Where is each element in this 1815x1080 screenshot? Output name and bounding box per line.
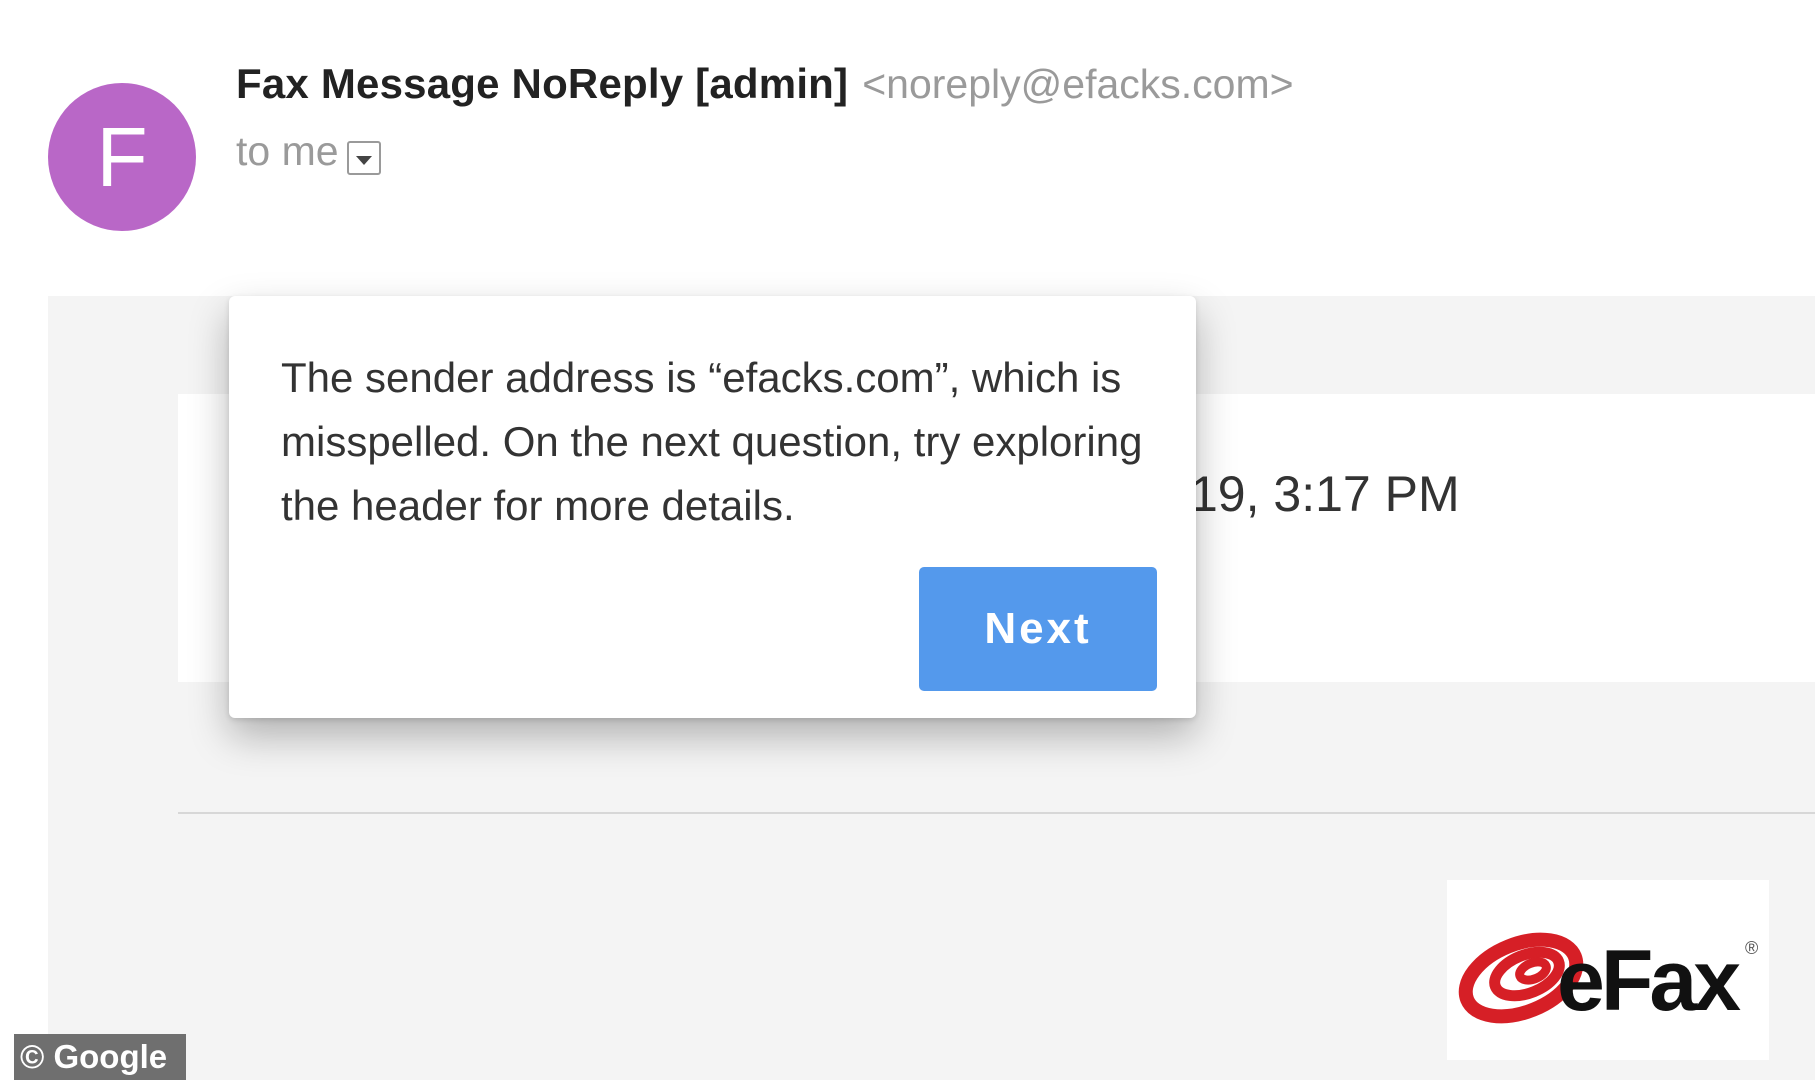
efax-logo: eFax ® bbox=[1447, 880, 1769, 1060]
avatar-letter: F bbox=[96, 109, 148, 204]
chevron-down-icon[interactable] bbox=[346, 140, 381, 175]
sender-name[interactable]: Fax Message NoReply [admin] bbox=[236, 60, 848, 107]
efax-wordmark: eFax bbox=[1557, 933, 1741, 1029]
next-button[interactable]: Next bbox=[919, 567, 1157, 691]
sender-avatar[interactable]: F bbox=[48, 83, 196, 231]
sender-email[interactable]: <noreply@efacks.com> bbox=[862, 61, 1293, 107]
efax-swirl-icon: eFax ® bbox=[1458, 932, 1758, 1029]
recipient-text: to me bbox=[236, 128, 339, 174]
sender-line: Fax Message NoReply [admin] <noreply@efac… bbox=[236, 60, 1294, 108]
hint-message: The sender address is “efacks.com”, whic… bbox=[281, 354, 1143, 529]
phishing-hint-popup: The sender address is “efacks.com”, whic… bbox=[229, 296, 1196, 718]
fax-date: 19, 3:17 PM bbox=[1190, 466, 1460, 522]
divider bbox=[178, 812, 1815, 814]
email-view: F Fax Message NoReply [admin] <noreply@ef… bbox=[0, 0, 1815, 1080]
registered-mark: ® bbox=[1745, 938, 1758, 958]
google-credit: © Google bbox=[14, 1034, 186, 1080]
recipient-line: to me bbox=[236, 128, 381, 175]
